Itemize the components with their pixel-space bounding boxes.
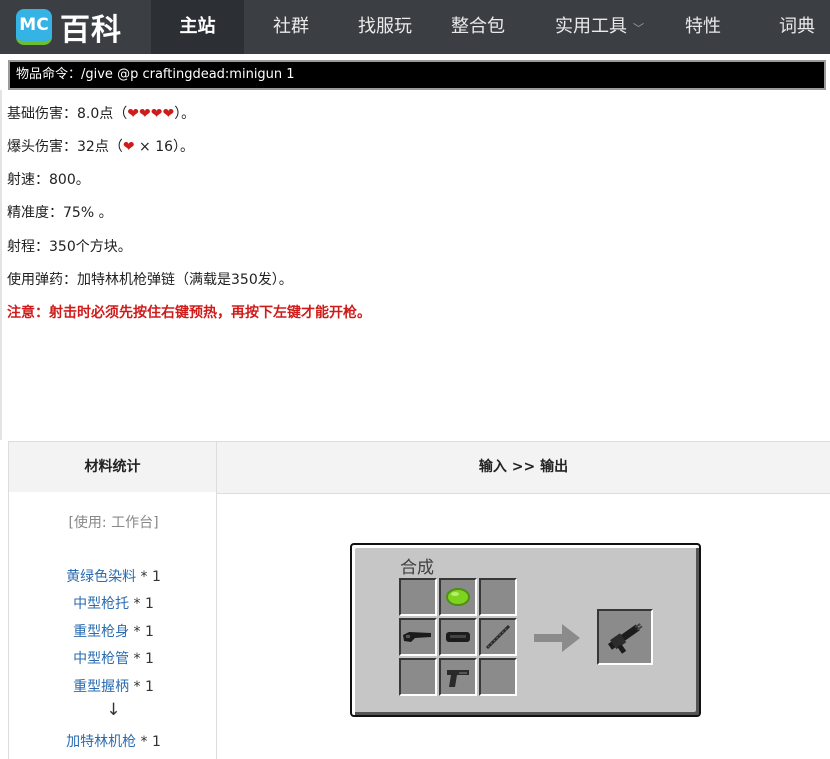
material-link[interactable]: 中型枪托 bbox=[73, 596, 129, 612]
material-qty: * 1 bbox=[129, 624, 154, 640]
mc-logo-icon: MC bbox=[16, 9, 52, 45]
crafting-slot[interactable] bbox=[479, 618, 517, 656]
material-qty: * 1 bbox=[129, 651, 154, 667]
crafting-gui: 合成 bbox=[350, 543, 701, 717]
nav-item-dictionary[interactable]: 词典 bbox=[779, 0, 815, 54]
headshot-damage-line: 爆头伤害：32点（❤ × 16）。 bbox=[7, 136, 194, 156]
nav-item-modpacks[interactable]: 整合包 bbox=[451, 0, 505, 54]
nav-item-community[interactable]: 社群 bbox=[273, 0, 309, 54]
materials-header: 材料统计 bbox=[8, 442, 217, 493]
item-command-box[interactable]: 物品命令：/give @p craftingdead:minigun 1 bbox=[8, 60, 826, 90]
material-link[interactable]: 重型枪身 bbox=[73, 624, 129, 640]
materials-column: [使用: 工作台] 黄绿色染料 * 1 中型枪托 * 1 重型枪身 * 1 中型… bbox=[8, 492, 217, 759]
crafting-slot[interactable] bbox=[399, 618, 437, 656]
crafting-output-slot[interactable] bbox=[597, 609, 653, 665]
left-border bbox=[0, 90, 2, 440]
chevron-down-icon: ﹀ bbox=[633, 22, 644, 35]
gun-grip-icon bbox=[447, 670, 469, 687]
material-link[interactable]: 重型握柄 bbox=[73, 679, 129, 695]
warning-line: 注意：射击时必须先按住右键预热，再按下左键才能开枪。 bbox=[7, 305, 371, 321]
ammo-line: 使用弹药：加特林机枪弹链（满载是350发）。 bbox=[7, 272, 293, 288]
gun-stock-icon bbox=[403, 632, 431, 642]
material-qty: * 1 bbox=[136, 569, 161, 585]
base-damage-prefix: 基础伤害：8.0点（ bbox=[7, 106, 128, 122]
result-link[interactable]: 加特林机枪 bbox=[66, 734, 136, 750]
material-link[interactable]: 中型枪管 bbox=[73, 651, 129, 667]
logo-text: 百科 bbox=[60, 13, 122, 48]
material-item: 中型枪托 * 1 bbox=[9, 593, 218, 613]
nav-item-tools-label: 实用工具 bbox=[555, 16, 627, 37]
material-qty: * 1 bbox=[129, 596, 154, 612]
gun-body-icon bbox=[446, 632, 470, 642]
material-item: 中型枪管 * 1 bbox=[9, 648, 218, 668]
material-item: 重型握柄 * 1 bbox=[9, 676, 218, 696]
crafting-slot[interactable] bbox=[479, 658, 517, 696]
heart-icon: ❤❤❤❤ bbox=[127, 106, 175, 122]
crafting-slot[interactable] bbox=[439, 658, 477, 696]
base-damage-suffix: ）。 bbox=[174, 106, 196, 122]
range-line: 射程：350个方块。 bbox=[7, 239, 132, 255]
material-link[interactable]: 黄绿色染料 bbox=[66, 569, 136, 585]
crafting-slot[interactable] bbox=[479, 578, 517, 616]
recipe-table-header: 材料统计 输入 >> 输出 bbox=[8, 441, 830, 494]
result-qty: * 1 bbox=[136, 734, 161, 750]
headshot-prefix: 爆头伤害：32点（ bbox=[7, 139, 123, 155]
crafting-station: [使用: 工作台] bbox=[68, 515, 159, 531]
crafting-gui-title: 合成 bbox=[400, 558, 434, 578]
headshot-suffix: × 16）。 bbox=[134, 139, 195, 155]
nav-item-main-site[interactable]: 主站 bbox=[151, 0, 244, 54]
accuracy-line: 精准度：75% 。 bbox=[7, 205, 113, 221]
crafting-slot[interactable] bbox=[439, 578, 477, 616]
result-item: 加特林机枪 * 1 bbox=[9, 731, 218, 751]
material-item: 黄绿色染料 * 1 bbox=[9, 566, 218, 586]
base-damage-line: 基础伤害：8.0点（❤❤❤❤）。 bbox=[7, 103, 195, 123]
nav-item-features[interactable]: 特性 bbox=[685, 0, 721, 54]
site-logo[interactable]: MC 百科 bbox=[0, 0, 150, 54]
heart-icon: ❤ bbox=[122, 139, 135, 155]
crafting-slot[interactable] bbox=[399, 658, 437, 696]
lime-dye-icon bbox=[446, 588, 470, 606]
material-qty: * 1 bbox=[129, 679, 154, 695]
nav-item-find-servers[interactable]: 找服玩 bbox=[358, 0, 412, 54]
material-item: 重型枪身 * 1 bbox=[9, 621, 218, 641]
fire-rate-line: 射速：800。 bbox=[7, 172, 90, 188]
top-navigation: MC 百科 主站 社群 找服玩 整合包 实用工具 ﹀ 特性 词典 bbox=[0, 0, 830, 54]
crafting-arrow-icon bbox=[534, 624, 580, 652]
minigun-icon bbox=[607, 623, 643, 654]
io-header: 输入 >> 输出 bbox=[478, 459, 569, 475]
gun-barrel-icon bbox=[485, 624, 511, 650]
down-arrow-icon: ↓ bbox=[106, 700, 121, 720]
nav-item-tools[interactable]: 实用工具 ﹀ bbox=[555, 0, 644, 54]
crafting-slot[interactable] bbox=[399, 578, 437, 616]
crafting-slot[interactable] bbox=[439, 618, 477, 656]
